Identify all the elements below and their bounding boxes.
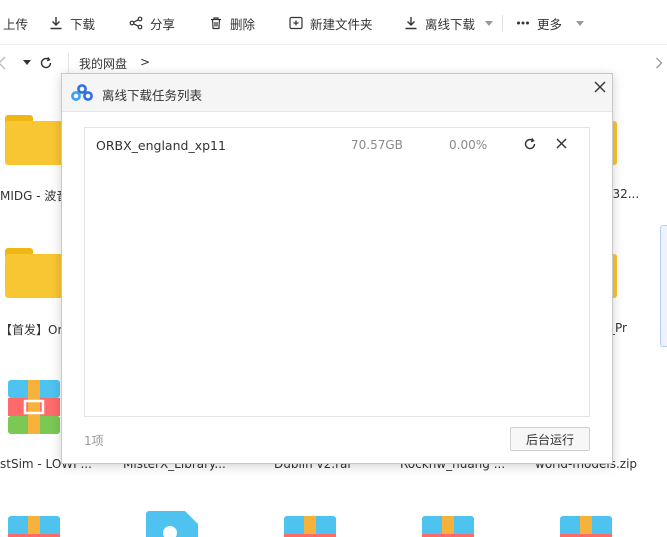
offline-download-button[interactable]: 离线下载 [404,13,494,33]
trash-icon [211,17,221,30]
offline-download-label: 离线下载 [425,16,476,32]
task-name: ORBX_england_xp11 [96,138,226,153]
task-row[interactable]: ORBX_england_xp11 70.57GB 0.00% [85,128,589,162]
download-icon [50,17,62,30]
archive-icon[interactable] [8,516,60,537]
toolbar: 上传 下载 分享 删除 新建文件夹 离线下载 更多 [0,0,667,45]
baidu-netdisk-logo-icon [71,84,93,101]
archive-icon[interactable] [8,380,60,434]
close-icon[interactable] [593,80,607,94]
folder-icon[interactable] [5,248,63,298]
refresh-icon[interactable] [39,56,53,70]
more-dots-icon [517,21,529,25]
dialog-title: 离线下载任务列表 [102,88,203,103]
history-dropdown-icon[interactable] [23,60,31,65]
upload-label: 上传 [3,16,29,32]
share-label: 分享 [150,16,176,32]
delete-label: 删除 [230,16,256,32]
offline-download-dialog: 离线下载任务列表 ORBX_england_xp11 70.57GB 0.00%… [61,73,613,464]
archive-icon[interactable] [560,516,612,537]
archive-icon[interactable] [422,516,474,537]
remove-task-icon[interactable] [555,137,568,150]
offline-download-icon [405,17,417,30]
new-folder-button[interactable]: 新建文件夹 [289,13,373,33]
task-size: 70.57GB [351,138,403,152]
back-chevron-icon[interactable] [0,56,7,70]
delete-button[interactable]: 删除 [209,13,255,33]
file-name[interactable]: MIDG - 波音 [0,187,68,204]
archive-icon[interactable] [284,516,336,537]
dialog-header: 离线下载任务列表 [62,74,612,112]
folder-icon[interactable] [5,115,63,165]
share-button[interactable]: 分享 [129,13,175,33]
download-label: 下载 [70,16,96,32]
task-progress: 0.00% [449,138,488,152]
more-button[interactable]: 更多 [516,13,585,33]
chevron-right-icon[interactable] [655,57,663,69]
scrollbar-thumb[interactable] [660,225,667,347]
new-folder-label: 新建文件夹 [310,16,373,32]
breadcrumb-root[interactable]: 我的网盘 [79,55,127,72]
share-icon [129,16,143,30]
image-file-icon[interactable] [146,511,198,537]
task-count: 1项 [84,434,104,448]
run-in-background-button[interactable]: 后台运行 [510,427,590,451]
task-list: ORBX_england_xp11 70.57GB 0.00% [84,127,590,417]
chevron-down-icon[interactable] [576,20,585,26]
toolbar-divider [502,15,503,31]
more-label: 更多 [537,16,563,32]
new-folder-icon [289,16,303,30]
nav-divider [68,53,69,73]
chevron-down-icon[interactable] [485,20,494,26]
retry-icon[interactable] [523,137,537,151]
breadcrumb-separator: > [140,55,151,69]
download-button[interactable]: 下载 [49,13,95,33]
upload-button[interactable]: 上传 [0,13,28,33]
